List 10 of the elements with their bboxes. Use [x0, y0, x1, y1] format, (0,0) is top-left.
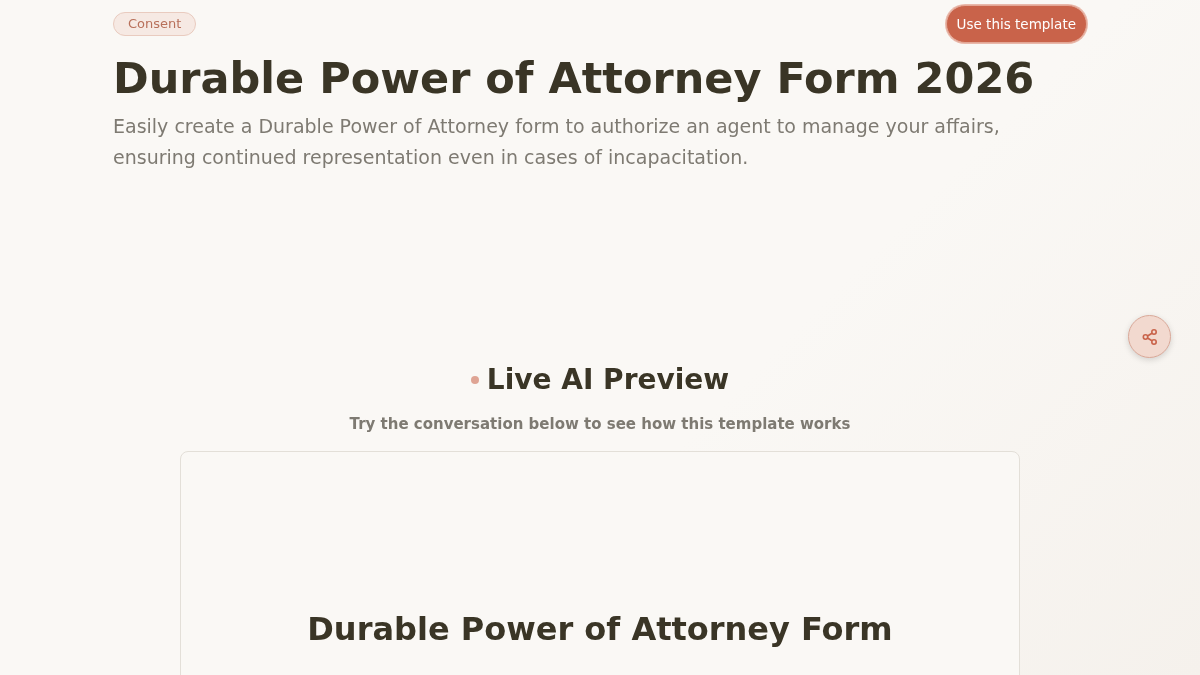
- page-title: Durable Power of Attorney Form 2026: [113, 52, 1036, 106]
- share-icon: [1140, 327, 1159, 346]
- preview-subheading: Try the conversation below to see how this template works: [348, 413, 852, 435]
- use-template-button[interactable]: Use this template: [945, 5, 1087, 44]
- description: Easily create a Durable Power of Attorney form to authorize an agent to manage your affairs, ensuring continued representation even in cases of incapacitation.: [113, 114, 1001, 171]
- category-tag: Consent: [113, 12, 197, 36]
- share-button[interactable]: [1128, 315, 1171, 358]
- preview-heading: Live AI Preview: [486, 363, 730, 397]
- document-title: Durable Power of Attorney Form: [306, 610, 894, 649]
- dot-icon: [470, 375, 479, 384]
